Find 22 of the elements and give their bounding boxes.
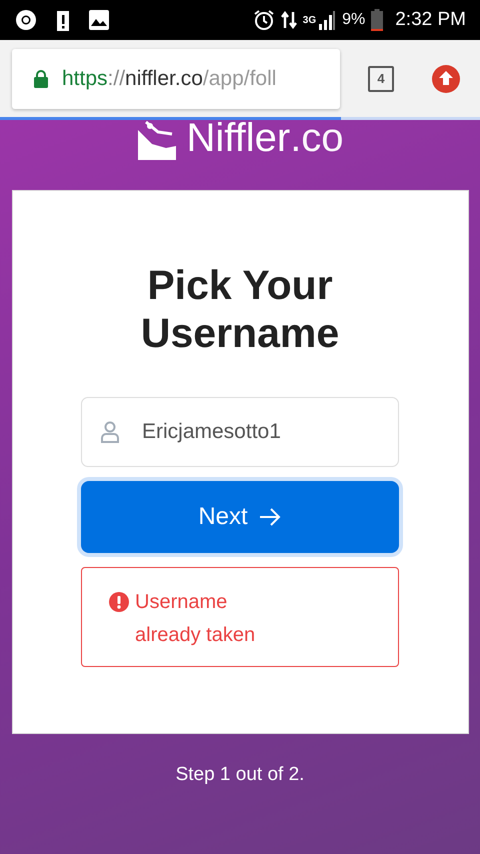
- next-button[interactable]: Next: [81, 481, 399, 553]
- battery-alert-icon: [56, 8, 70, 32]
- network-type: 3G: [302, 15, 316, 26]
- lock-icon: [34, 70, 48, 88]
- url-text: https://niffler.co/app/foll: [62, 66, 276, 90]
- update-icon[interactable]: [432, 64, 460, 92]
- alert-icon: [109, 592, 129, 612]
- error-message: Username already taken: [135, 590, 256, 648]
- signal-icon: [318, 10, 336, 30]
- clock: 2:32 PM: [395, 9, 466, 31]
- tab-count[interactable]: 4: [368, 66, 394, 92]
- logo-wordmark: Niffler.co: [186, 120, 344, 160]
- data-transfer-icon: [280, 10, 297, 30]
- address-bar[interactable]: https://niffler.co/app/foll: [12, 48, 340, 108]
- battery-level: 9%: [342, 11, 366, 29]
- battery-icon: [371, 9, 384, 31]
- alarm-icon: [252, 9, 275, 31]
- image-icon: [88, 9, 110, 31]
- arrow-right-icon: [258, 507, 282, 527]
- page-title: Pick Your Username: [140, 261, 340, 357]
- username-field[interactable]: Ericjamesotto1: [81, 397, 399, 467]
- step-indicator: Step 1 out of 2.: [176, 764, 304, 786]
